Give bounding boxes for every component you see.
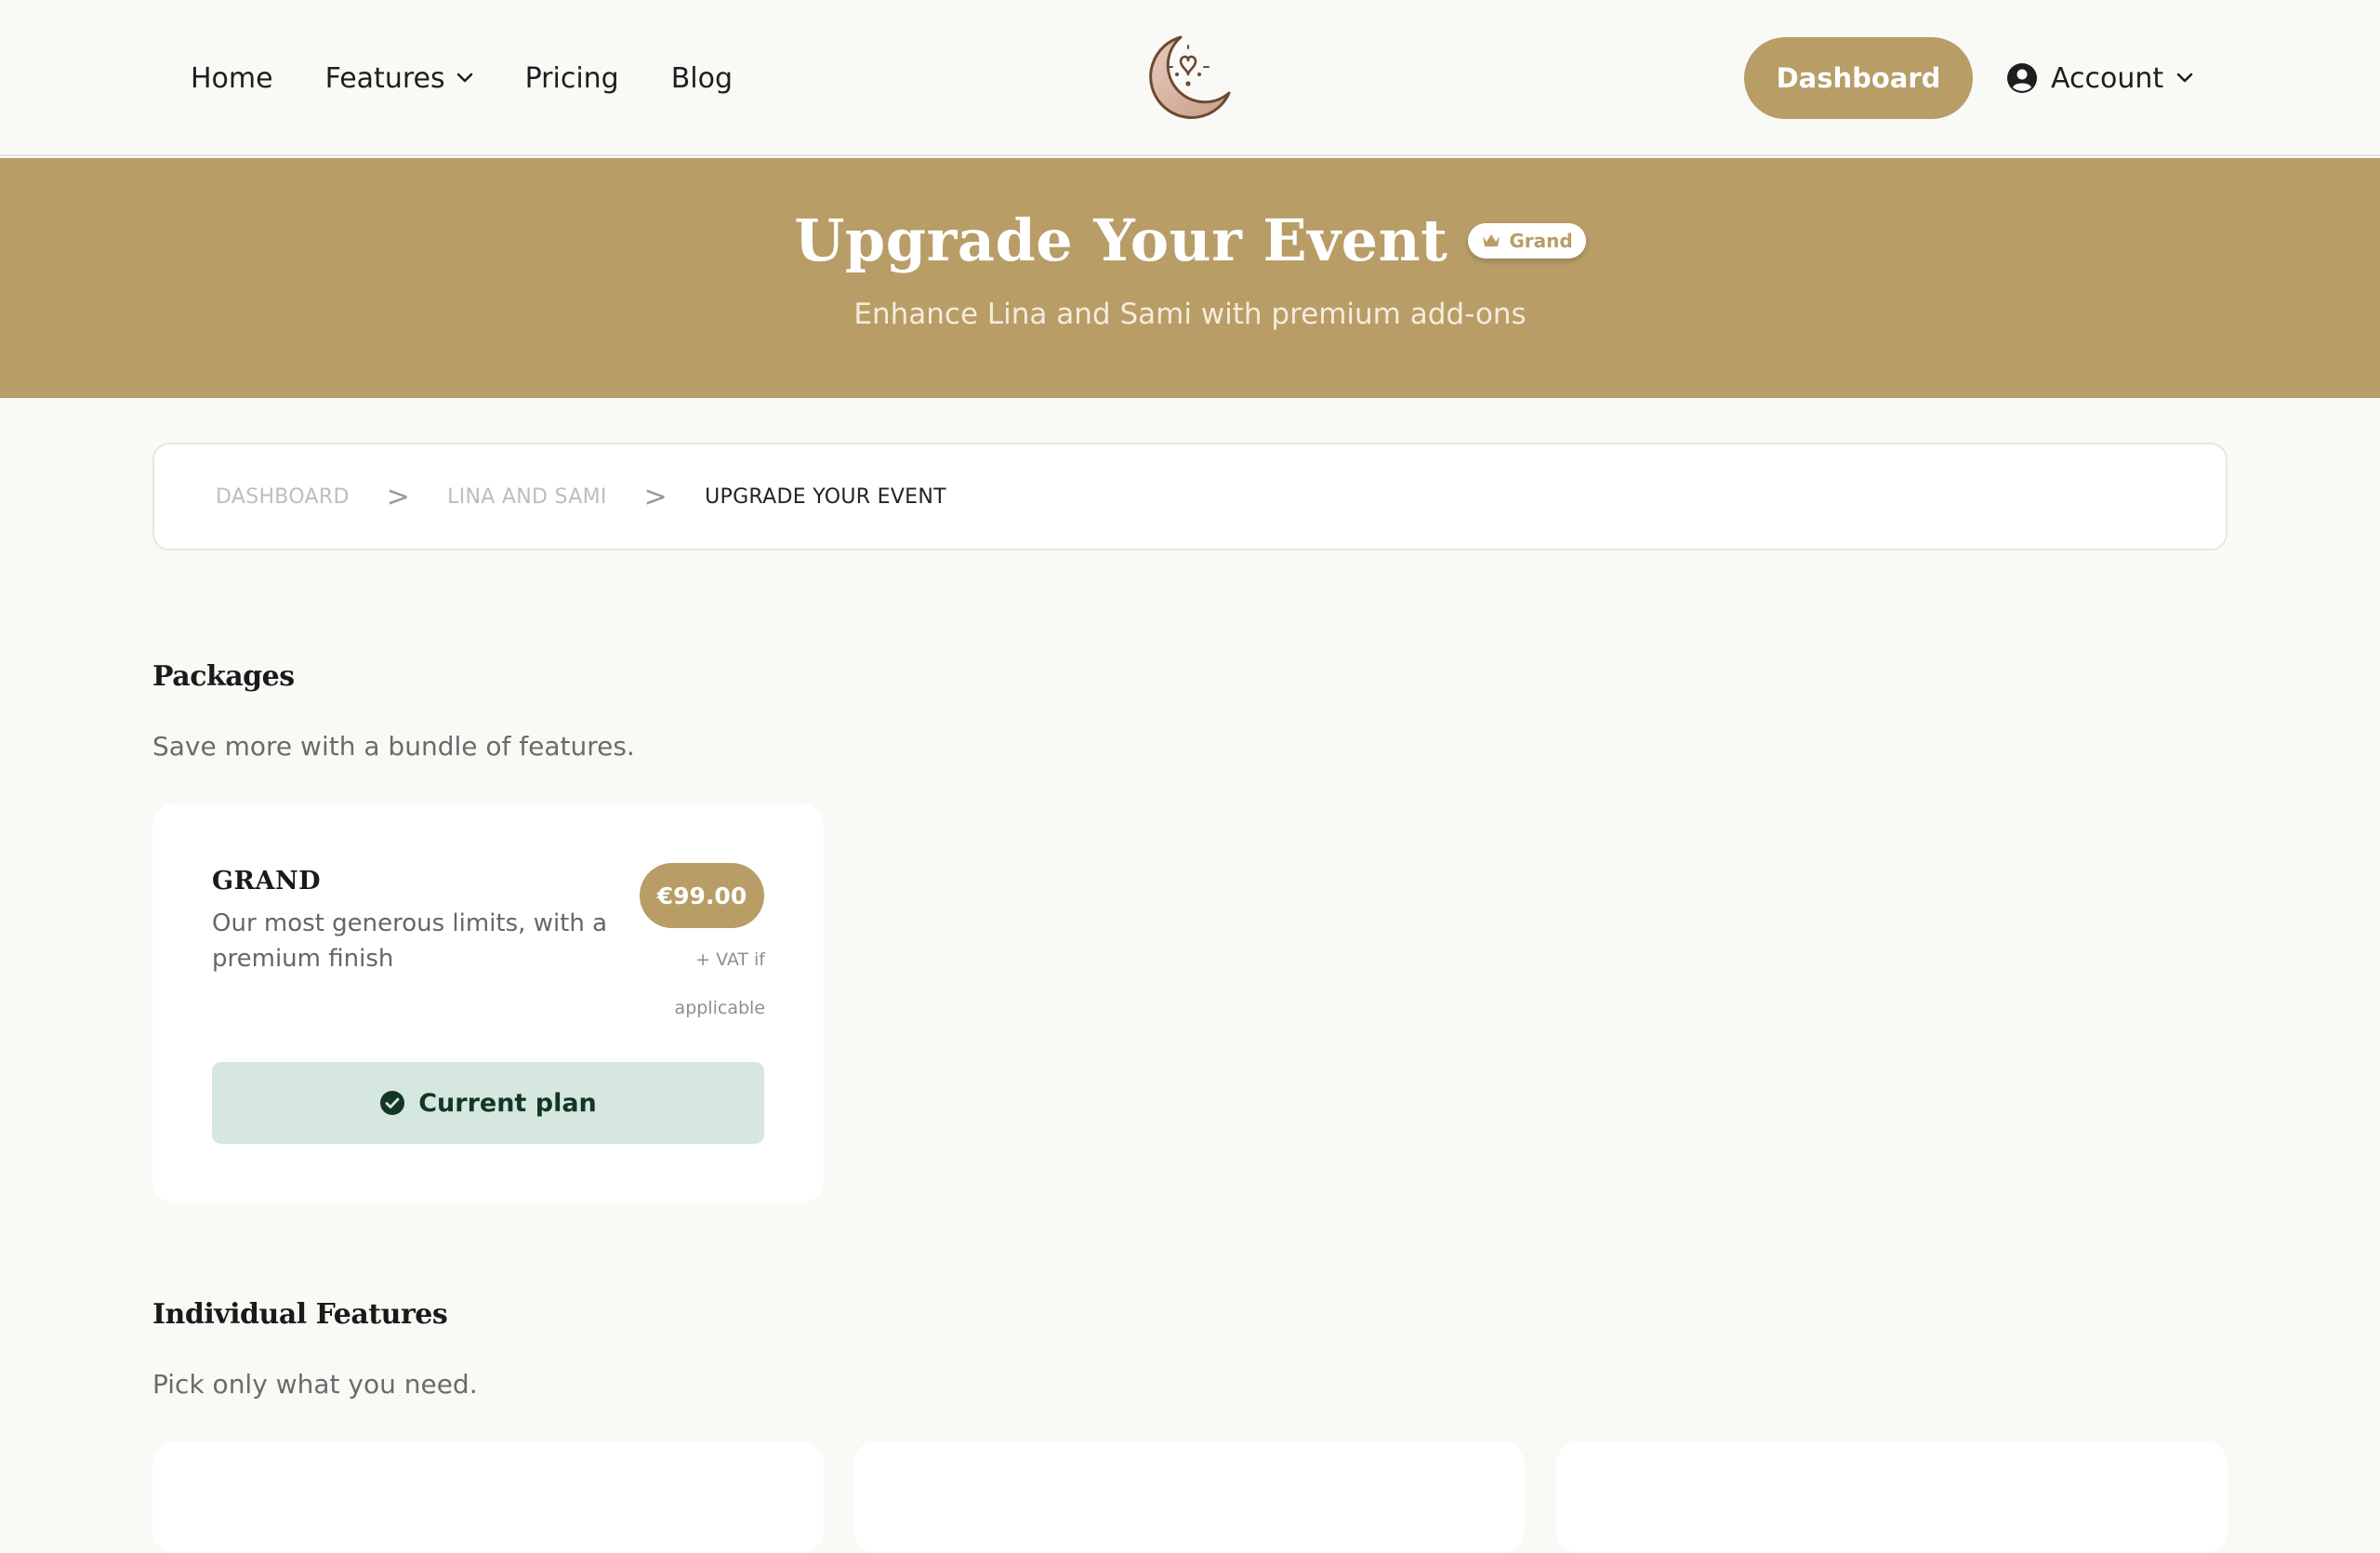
moon-heart-logo-icon[interactable]	[1140, 30, 1236, 126]
package-card-grand: GRAND Our most generous limits, with a p…	[152, 803, 824, 1203]
features-heading: Individual Features	[152, 1298, 448, 1331]
dashboard-button-label: Dashboard	[1776, 62, 1941, 94]
feature-card	[1556, 1441, 2228, 1553]
nav-pricing-link[interactable]: Pricing	[525, 62, 619, 95]
breadcrumb-current: UPGRADE YOUR EVENT	[705, 484, 946, 509]
dashboard-button[interactable]: Dashboard	[1744, 37, 1973, 119]
feature-card	[853, 1441, 1525, 1553]
packages-subtitle: Save more with a bundle of features.	[152, 731, 635, 762]
chevron-down-icon	[456, 73, 473, 84]
current-plan-button[interactable]: Current plan	[212, 1062, 764, 1144]
feature-card	[152, 1441, 824, 1553]
crown-icon	[1481, 232, 1501, 249]
nav-home-link[interactable]: Home	[191, 62, 273, 95]
account-label: Account	[2051, 61, 2164, 95]
vat-note: + VAT if applicable	[674, 949, 765, 1018]
breadcrumb-event[interactable]: LINA AND SAMI	[447, 485, 606, 509]
page-title: Upgrade Your Event	[794, 206, 1448, 274]
breadcrumb-dashboard[interactable]: DASHBOARD	[216, 485, 350, 509]
nav-pricing-label: Pricing	[524, 61, 619, 95]
breadcrumb-separator: >	[643, 480, 668, 513]
package-name: GRAND	[212, 867, 322, 896]
plan-badge: Grand	[1468, 222, 1586, 259]
packages-heading: Packages	[152, 660, 295, 693]
chevron-down-icon	[2176, 73, 2193, 84]
plan-badge-label: Grand	[1509, 229, 1573, 252]
hero-banner: Upgrade Your Event Grand Enhance Lina an…	[0, 158, 2380, 398]
features-subtitle: Pick only what you need.	[152, 1369, 478, 1400]
nav-blog-link[interactable]: Blog	[671, 62, 733, 95]
page-subtitle: Enhance Lina and Sami with premium add-o…	[853, 298, 1527, 331]
nav-features-link[interactable]: Features	[325, 62, 473, 95]
nav-features-label: Features	[324, 61, 445, 95]
user-circle-icon	[2006, 62, 2038, 94]
breadcrumb: DASHBOARD > LINA AND SAMI > UPGRADE YOUR…	[152, 443, 2228, 551]
top-navbar: Home Features Pricing Blog Dashboard Acc…	[0, 0, 2380, 156]
price-badge: €99.00	[640, 863, 764, 928]
current-plan-label: Current plan	[418, 1088, 597, 1118]
breadcrumb-separator: >	[386, 480, 411, 513]
nav-blog-label: Blog	[670, 61, 734, 95]
nav-links: Home Features Pricing Blog	[191, 0, 785, 156]
package-description: Our most generous limits, with a premium…	[212, 909, 608, 973]
account-menu[interactable]: Account	[2006, 37, 2193, 119]
nav-home-label: Home	[191, 61, 273, 95]
hero-title-row: Upgrade Your Event Grand	[0, 206, 2380, 274]
check-circle-icon	[379, 1090, 405, 1116]
